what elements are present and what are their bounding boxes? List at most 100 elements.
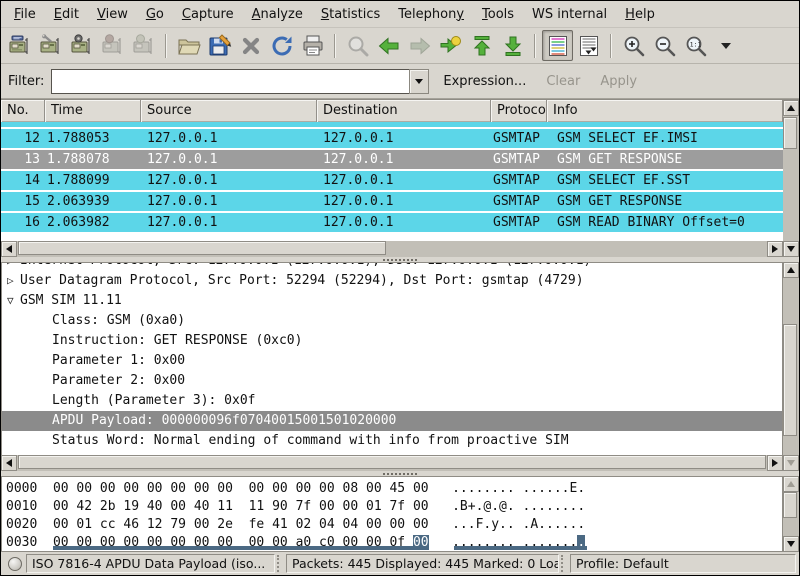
scroll-down-button[interactable] xyxy=(783,536,799,552)
find-packet-button[interactable] xyxy=(342,30,373,61)
menu-edit[interactable]: Edit xyxy=(45,2,88,27)
apply-button[interactable]: Apply xyxy=(600,74,637,89)
go-back-button[interactable] xyxy=(373,30,404,61)
scroll-up-button[interactable] xyxy=(783,262,799,278)
clear-button[interactable]: Clear xyxy=(546,74,580,89)
go-bottom-button[interactable] xyxy=(497,30,528,61)
column-header-no[interactable]: No. xyxy=(1,100,45,122)
scroll-up-button-disabled[interactable] xyxy=(783,476,799,492)
capture-restart-button[interactable] xyxy=(128,30,159,61)
scroll-left-button[interactable] xyxy=(1,241,17,257)
list-interfaces-button[interactable] xyxy=(4,30,35,61)
detail-line-apdu-payload-selected[interactable]: APDU Payload: 000000096f0704001500150102… xyxy=(2,411,782,431)
detail-line-udp[interactable]: User Datagram Protocol, Src Port: 52294 … xyxy=(2,271,782,291)
save-file-button[interactable] xyxy=(204,30,235,61)
go-to-packet-button[interactable] xyxy=(435,30,466,61)
hex-row[interactable]: 002000 01 cc 46 12 79 00 2e fe 41 02 04 … xyxy=(6,516,782,534)
packet-row[interactable]: 111.787891127.0.0.1127.0.0.1GSMTAPGSM GE… xyxy=(1,122,783,127)
scroll-left-button[interactable] xyxy=(1,455,17,471)
main-toolbar: 1:1 xyxy=(1,28,799,64)
packet-list-hscrollbar[interactable] xyxy=(1,241,783,257)
expander-collapsed-icon[interactable] xyxy=(7,271,14,291)
column-header-source[interactable]: Source xyxy=(141,100,317,122)
close-file-button[interactable] xyxy=(235,30,266,61)
column-header-destination[interactable]: Destination xyxy=(317,100,491,122)
detail-line-parameter2[interactable]: Parameter 2: 0x00 xyxy=(2,371,782,391)
hex-row[interactable]: 001000 42 2b 19 40 00 40 11 11 90 7f 00 … xyxy=(6,498,782,516)
packet-row[interactable]: 152.063939127.0.0.1127.0.0.1GSMTAPGSM GE… xyxy=(1,192,783,211)
menu-bar: File Edit View Go Capture Analyze Statis… xyxy=(1,1,799,28)
scrollbar-thumb[interactable] xyxy=(783,324,797,436)
menu-help[interactable]: Help xyxy=(616,2,664,27)
autoscroll-icon xyxy=(577,34,601,58)
capture-restart-icon xyxy=(132,34,156,58)
detail-line-gsm-sim[interactable]: GSM SIM 11.11 xyxy=(2,291,782,311)
go-forward-icon xyxy=(408,34,432,58)
detail-line-parameter1[interactable]: Parameter 1: 0x00 xyxy=(2,351,782,371)
column-header-info[interactable]: Info xyxy=(547,100,783,122)
filter-input[interactable] xyxy=(51,69,409,94)
details-vscrollbar[interactable] xyxy=(783,262,799,471)
toolbar-separator xyxy=(534,34,536,58)
scroll-right-button[interactable] xyxy=(767,455,783,471)
zoom-in-icon xyxy=(622,34,646,58)
menu-go[interactable]: Go xyxy=(137,2,173,27)
detail-line-ip[interactable]: Internet Protocol, Src: 127.0.0.1 (127.0… xyxy=(2,262,782,271)
detail-line-class[interactable]: Class: GSM (0xa0) xyxy=(2,311,782,331)
zoom-out-button[interactable] xyxy=(649,30,680,61)
scrollbar-thumb[interactable] xyxy=(18,241,386,255)
capture-options-button[interactable] xyxy=(35,30,66,61)
filter-bar: Filter: Expression... Clear Apply xyxy=(1,64,799,99)
expander-expanded-icon[interactable] xyxy=(7,291,14,311)
expert-info-icon[interactable] xyxy=(8,557,22,571)
menu-tools[interactable]: Tools xyxy=(473,2,523,27)
scroll-up-button[interactable] xyxy=(783,100,799,116)
expression-button[interactable]: Expression... xyxy=(443,74,526,89)
column-header-time[interactable]: Time xyxy=(45,100,141,122)
packet-row[interactable]: 141.788099127.0.0.1127.0.0.1GSMTAPGSM SE… xyxy=(1,171,783,190)
packet-row[interactable]: 121.788053127.0.0.1127.0.0.1GSMTAPGSM SE… xyxy=(1,129,783,148)
hex-dump-body[interactable]: 000000 00 00 00 00 00 00 00 00 00 00 00 … xyxy=(1,476,783,552)
filter-dropdown-button[interactable] xyxy=(409,69,429,94)
packet-row[interactable]: 162.063982127.0.0.1127.0.0.1GSMTAPGSM RE… xyxy=(1,213,783,232)
capture-stop-button[interactable] xyxy=(97,30,128,61)
zoom-100-button[interactable]: 1:1 xyxy=(680,30,711,61)
scrollbar-thumb[interactable] xyxy=(18,455,766,469)
menu-file[interactable]: File xyxy=(5,2,45,27)
expander-collapsed-icon[interactable] xyxy=(7,262,14,271)
toolbar-separator xyxy=(334,34,336,58)
menu-telephony[interactable]: Telephony xyxy=(389,2,473,27)
packet-row-selected[interactable]: 131.788078127.0.0.1127.0.0.1GSMTAPGSM GE… xyxy=(1,150,783,169)
scroll-down-button[interactable] xyxy=(783,241,799,257)
menu-ws-internal[interactable]: WS internal xyxy=(523,2,616,27)
packet-list-vscrollbar[interactable] xyxy=(783,100,799,257)
menu-statistics[interactable]: Statistics xyxy=(312,2,389,27)
colorize-button[interactable] xyxy=(542,30,573,61)
scroll-right-button[interactable] xyxy=(767,241,783,257)
menu-capture[interactable]: Capture xyxy=(173,2,243,27)
go-forward-button[interactable] xyxy=(404,30,435,61)
chevron-down-icon xyxy=(415,79,423,84)
scrollbar-thumb[interactable] xyxy=(783,117,797,149)
reload-button[interactable] xyxy=(266,30,297,61)
open-file-button[interactable] xyxy=(173,30,204,61)
status-packet-counts: Packets: 445 Displayed: 445 Marked: 0 Lo… xyxy=(286,554,559,573)
go-top-button[interactable] xyxy=(466,30,497,61)
details-hscrollbar[interactable] xyxy=(1,455,783,471)
print-button[interactable] xyxy=(297,30,328,61)
zoom-100-icon: 1:1 xyxy=(684,34,708,58)
detail-line-length[interactable]: Length (Parameter 3): 0x0f xyxy=(2,391,782,411)
hex-row[interactable]: 000000 00 00 00 00 00 00 00 00 00 00 00 … xyxy=(6,480,782,498)
capture-start-button[interactable] xyxy=(66,30,97,61)
column-header-protocol[interactable]: Protocol xyxy=(491,100,547,122)
toolbar-overflow-icon[interactable] xyxy=(721,43,731,49)
menu-view[interactable]: View xyxy=(88,2,137,27)
menu-analyze[interactable]: Analyze xyxy=(243,2,312,27)
autoscroll-button[interactable] xyxy=(573,30,604,61)
zoom-in-button[interactable] xyxy=(618,30,649,61)
detail-line-status-word[interactable]: Status Word: Normal ending of command wi… xyxy=(2,431,782,451)
scrollbar-thumb[interactable] xyxy=(783,492,797,518)
detail-line-instruction[interactable]: Instruction: GET RESPONSE (0xc0) xyxy=(2,331,782,351)
scroll-down-button-disabled[interactable] xyxy=(783,455,799,471)
hex-vscrollbar[interactable] xyxy=(783,476,799,552)
